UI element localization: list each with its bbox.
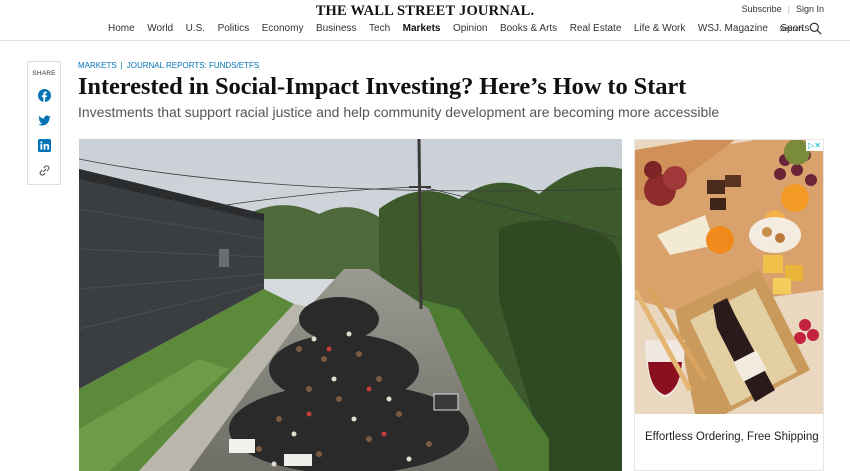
share-rail: SHARE	[27, 61, 61, 185]
share-label: SHARE	[32, 70, 56, 77]
breadcrumb-section[interactable]: MARKETS	[78, 61, 117, 70]
nav-item-real-estate[interactable]: Real Estate	[570, 23, 622, 34]
adchoices-icon[interactable]: ▷✕	[806, 140, 823, 151]
nav-item-world[interactable]: World	[147, 23, 173, 34]
signin-link[interactable]: Sign In	[796, 4, 824, 14]
ad-image[interactable]: ▷✕	[635, 140, 823, 414]
linkedin-icon[interactable]	[38, 139, 51, 152]
ad-photo-charcuterie	[635, 140, 823, 414]
twitter-icon[interactable]	[38, 114, 51, 127]
article-dek: Investments that support racial justice …	[78, 104, 720, 120]
nav-item-wsj-magazine[interactable]: WSJ. Magazine	[698, 23, 768, 34]
nav-item-life-work[interactable]: Life & Work	[634, 23, 686, 34]
main-nav: Home World U.S. Politics Economy Busines…	[108, 23, 822, 34]
hero-image	[79, 139, 622, 471]
nav-item-business[interactable]: Business	[316, 23, 357, 34]
nav-item-us[interactable]: U.S.	[186, 23, 205, 34]
link-icon[interactable]	[38, 164, 51, 177]
nav-item-tech[interactable]: Tech	[369, 23, 390, 34]
subscribe-link[interactable]: Subscribe	[742, 4, 782, 14]
nav-item-politics[interactable]: Politics	[218, 23, 250, 34]
breadcrumb-divider: |	[120, 61, 123, 70]
auth-divider: |	[787, 4, 790, 14]
article-headline: Interested in Social-Impact Investing? H…	[78, 73, 687, 100]
ad-unit[interactable]: ▷✕ Effortless Ordering, Free Shipping	[634, 139, 824, 471]
nav-item-books-arts[interactable]: Books & Arts	[500, 23, 557, 34]
search-label: Search	[779, 24, 803, 33]
hero-photo	[79, 139, 622, 471]
nav-item-markets[interactable]: Markets	[403, 23, 441, 34]
nav-item-home[interactable]: Home	[108, 23, 135, 34]
wsj-logo[interactable]: THE WALL STREET JOURNAL.	[0, 3, 850, 20]
nav-item-opinion[interactable]: Opinion	[453, 23, 487, 34]
search-button[interactable]: Search	[779, 22, 822, 35]
ad-caption[interactable]: Effortless Ordering, Free Shipping	[645, 431, 819, 443]
nav-item-economy[interactable]: Economy	[262, 23, 304, 34]
search-icon	[809, 22, 822, 35]
breadcrumb: MARKETS | JOURNAL REPORTS: FUNDS/ETFS	[78, 61, 259, 70]
auth-links: Subscribe | Sign In	[742, 4, 824, 14]
breadcrumb-subsection[interactable]: JOURNAL REPORTS: FUNDS/ETFS	[127, 61, 259, 70]
masthead: THE WALL STREET JOURNAL. Subscribe | Sig…	[0, 0, 850, 41]
facebook-icon[interactable]	[38, 89, 51, 102]
